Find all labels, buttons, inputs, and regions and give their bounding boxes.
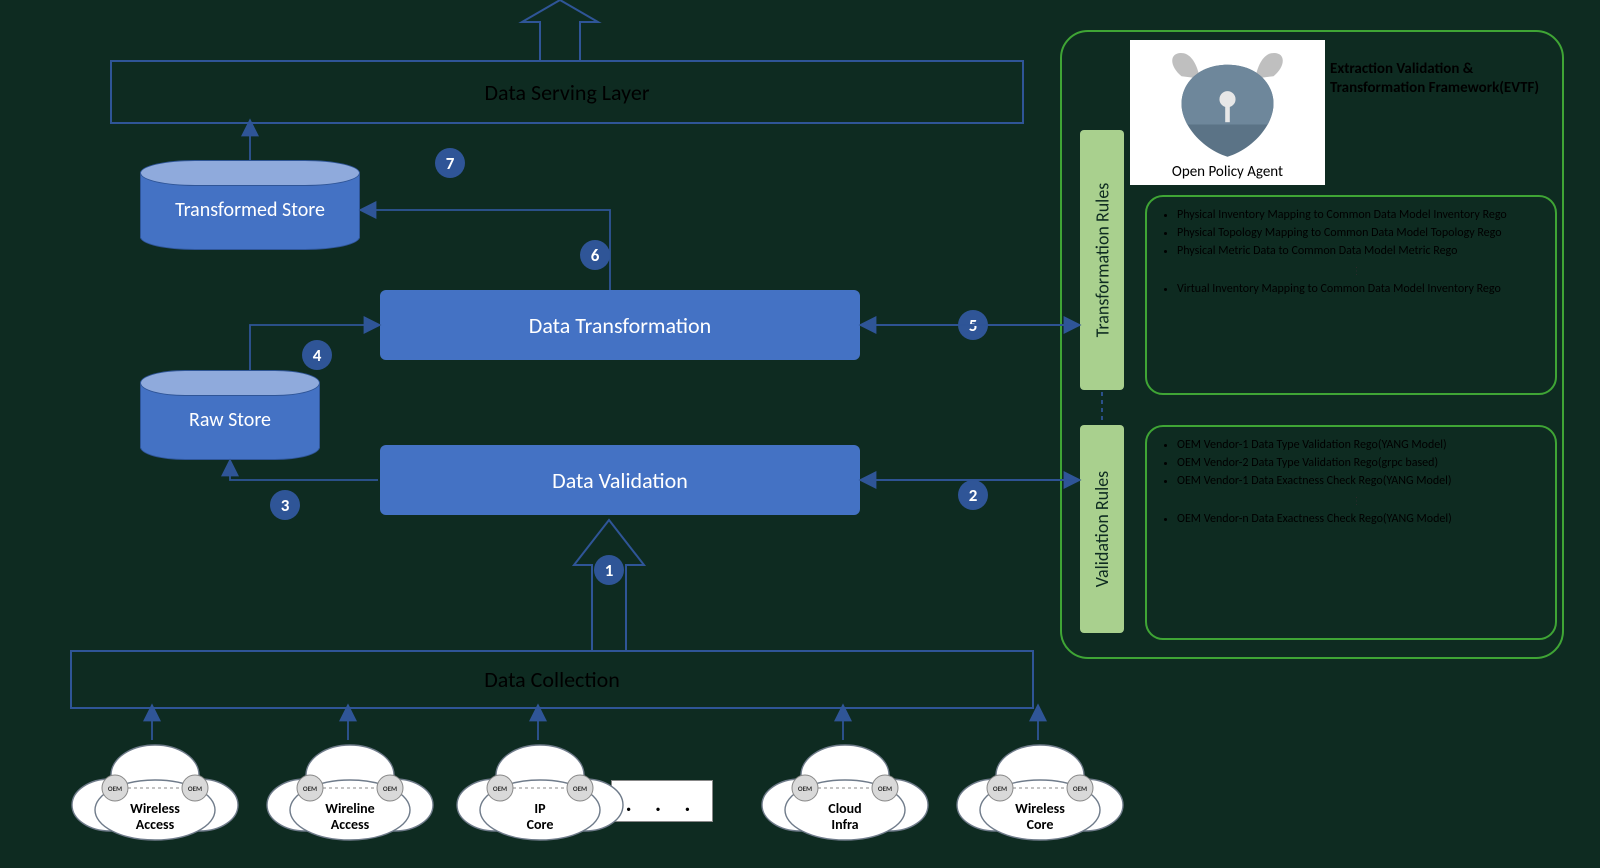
validation-rules-box: Validation Rules: [1080, 425, 1124, 633]
process-label: Data Validation: [552, 467, 688, 494]
rule-item: Physical Metric Data to Common Data Mode…: [1177, 243, 1547, 259]
store-label: Transformed Store: [140, 198, 360, 222]
rule-item: Physical Inventory Mapping to Common Dat…: [1177, 207, 1547, 223]
store-label: Raw Store: [140, 408, 320, 432]
opa-caption: Open Policy Agent: [1130, 163, 1325, 181]
data-validation: Data Validation: [380, 445, 860, 515]
svg-text:OEM: OEM: [303, 784, 317, 793]
svg-text:OEM: OEM: [493, 784, 507, 793]
ellipsis: ⋮: [1167, 494, 1547, 508]
svg-text:OEM: OEM: [383, 784, 397, 793]
step-badge-6: 6: [580, 240, 610, 270]
svg-text:OEM: OEM: [878, 784, 892, 793]
step-badge-4: 4: [302, 340, 332, 370]
raw-store: Raw Store: [140, 370, 320, 460]
evtf-title: Extraction Validation & Transformation F…: [1330, 60, 1540, 98]
opa-logo: Open Policy Agent: [1130, 40, 1325, 185]
layer-label: Data Serving Layer: [485, 79, 650, 106]
rule-item: OEM Vendor-1 Data Exactness Check Rego(Y…: [1177, 473, 1547, 489]
svg-text:OEM: OEM: [993, 784, 1007, 793]
rule-item: OEM Vendor-n Data Exactness Check Rego(Y…: [1177, 511, 1547, 527]
rule-item: Physical Topology Mapping to Common Data…: [1177, 225, 1547, 241]
step-badge-2: 2: [958, 480, 988, 510]
step-badge-1: 1: [594, 555, 624, 585]
step-badge-3: 3: [270, 490, 300, 520]
rules-label: Validation Rules: [1091, 471, 1113, 587]
svg-text:OEM: OEM: [1073, 784, 1087, 793]
data-transformation: Data Transformation: [380, 290, 860, 360]
data-serving-layer: Data Serving Layer: [110, 60, 1024, 124]
svg-text:OEM: OEM: [573, 784, 587, 793]
rule-item: Virtual Inventory Mapping to Common Data…: [1177, 281, 1547, 297]
svg-text:OEM: OEM: [798, 784, 812, 793]
svg-text:OEM: OEM: [108, 784, 122, 793]
cloud-wireline-access: OEM OEM WirelineAccess: [255, 720, 445, 850]
cloud-ip-core: OEM OEM IPCore: [445, 720, 635, 850]
step-badge-5: 5: [958, 310, 988, 340]
transformation-rules-box: Transformation Rules: [1080, 130, 1124, 390]
cloud-cloud-infra: OEM OEM CloudInfra: [750, 720, 940, 850]
cloud-wireless-core: OEM OEM WirelessCore: [945, 720, 1135, 850]
transformed-store: Transformed Store: [140, 160, 360, 250]
svg-text:OEM: OEM: [188, 784, 202, 793]
transformation-rules-list: Physical Inventory Mapping to Common Dat…: [1145, 195, 1557, 395]
process-label: Data Transformation: [529, 312, 711, 339]
cloud-wireless-access: OEM OEM WirelessAccess: [60, 720, 250, 850]
rule-item: OEM Vendor-1 Data Type Validation Rego(Y…: [1177, 437, 1547, 453]
layer-label: Data Collection: [484, 666, 620, 693]
ellipsis: ⋮: [1167, 264, 1547, 278]
step-badge-7: 7: [435, 148, 465, 178]
validation-rules-list: OEM Vendor-1 Data Type Validation Rego(Y…: [1145, 425, 1557, 640]
data-collection: Data Collection: [70, 650, 1034, 709]
rule-item: OEM Vendor-2 Data Type Validation Rego(g…: [1177, 455, 1547, 471]
rules-label: Transformation Rules: [1091, 183, 1113, 338]
